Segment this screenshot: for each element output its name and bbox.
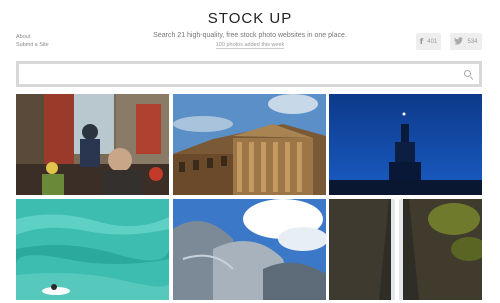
photo-statue [329, 94, 482, 195]
site-logo[interactable]: STOCK UP [0, 10, 500, 27]
twitter-share-button[interactable]: 534 [450, 33, 482, 50]
photos-added-text: 100 photos added this week [215, 42, 285, 49]
photo-tile-building[interactable] [173, 94, 326, 195]
photo-tile-waterfall[interactable] [329, 199, 482, 300]
photo-water [16, 199, 169, 300]
twitter-count: 534 [467, 38, 478, 45]
twitter-icon [454, 36, 464, 47]
facebook-count: 401 [427, 38, 438, 45]
search-box [16, 61, 482, 87]
photo-building [173, 94, 326, 195]
photo-tile-statue[interactable] [329, 94, 482, 195]
photo-tile-water[interactable] [16, 199, 169, 300]
facebook-icon: f [419, 37, 424, 46]
photo-child-street [16, 94, 169, 195]
photo-tile-child-street[interactable] [16, 94, 169, 195]
search-icon[interactable] [464, 70, 471, 77]
photo-tile-architecture[interactable] [173, 199, 326, 300]
photo-waterfall [329, 199, 482, 300]
search-input[interactable] [19, 64, 479, 85]
photo-architecture [173, 199, 326, 300]
facebook-share-button[interactable]: f 401 [416, 33, 441, 50]
